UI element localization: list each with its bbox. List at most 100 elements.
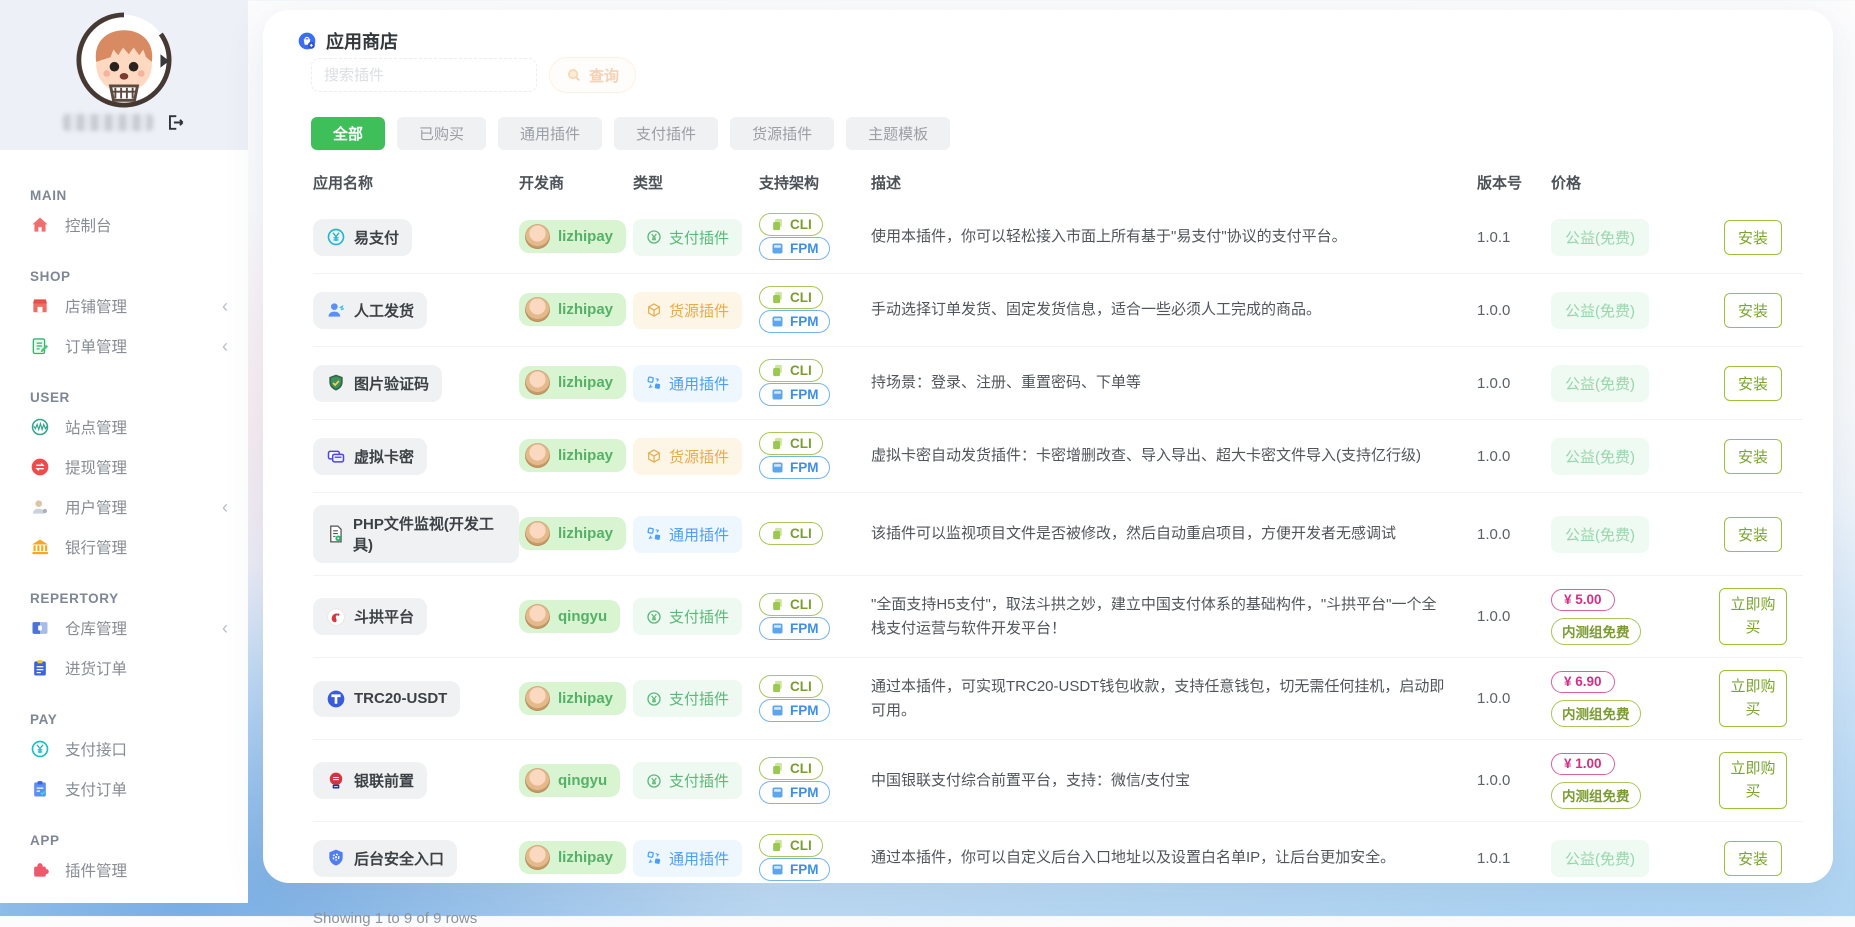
arch-pill-fpm: FPM [759, 237, 830, 260]
pagination-summary: Showing 1 to 9 of 9 rows [313, 910, 478, 927]
sidebar-item-user-manage[interactable]: 用户管理 ‹ [0, 487, 248, 527]
user-avatar[interactable] [76, 12, 172, 108]
sidebar-section-label: MAIN [30, 188, 67, 203]
sidebar-item-shop-manage[interactable]: 店铺管理 ‹ [0, 286, 248, 326]
developer-cell: lizhipay [519, 293, 633, 327]
sidebar-item-pay-order[interactable]: 支付订单 [0, 769, 248, 809]
developer-name: lizhipay [558, 374, 614, 391]
arch-label: FPM [790, 702, 819, 718]
version: 1.0.0 [1477, 690, 1511, 707]
tab-pay[interactable]: 支付插件 [614, 117, 719, 150]
sidebar-item-plugin-manage[interactable]: 插件管理 [0, 850, 248, 890]
sidebar-item-pay-api[interactable]: 支付接口 [0, 729, 248, 769]
type-badge: 支付插件 [633, 598, 743, 635]
app-name-badge: TRC20-USDT [313, 680, 461, 717]
arch-label: FPM [790, 314, 819, 329]
table-row: 虚拟卡密 lizhipay 货源插件 CLI FPM 虚拟卡密自动发货插件：卡密增删改查、… [313, 419, 1803, 492]
description: 使用本插件，你可以轻松接入市面上所有基于"易支付"协议的支付平台。 [871, 228, 1347, 246]
query-button[interactable]: 查询 [549, 57, 637, 93]
developer-cell: lizhipay [519, 841, 633, 875]
developer-name: lizhipay [558, 689, 614, 707]
price-cell: ¥ 5.00 内测组免费 [1551, 588, 1703, 645]
table-row: PHP文件监视(开发工具) lizhipay 通用插件 CLI 该插件可以监视项目文件是… [313, 492, 1803, 575]
developer-badge: lizhipay [519, 841, 627, 874]
tab-theme[interactable]: 主题模板 [846, 117, 951, 150]
install-button[interactable]: 安装 [1723, 365, 1782, 401]
buy-now-button[interactable]: 立即购买 [1719, 670, 1787, 727]
app-name-badge: 图片验证码 [313, 364, 443, 402]
arch-pill-fpm: FPM [759, 780, 830, 804]
sidebar-item-purchase-order[interactable]: 进货订单 [0, 648, 248, 688]
table-row: 图片验证码 lizhipay 通用插件 CLI FPM 持场景：登录、注册、重置密码、下单… [313, 346, 1803, 419]
beta-free-badge: 内测组免费 [1551, 617, 1641, 645]
type-badge: 支付插件 [633, 680, 743, 717]
type-pay [646, 229, 662, 245]
arch-fpm [770, 785, 785, 800]
sidebar-section: USER 站点管理 提现管理 用户管理 ‹ 银行管理 [0, 390, 248, 567]
install-button[interactable]: 安装 [1723, 438, 1782, 474]
price-cell: 公益(免费) [1551, 437, 1703, 475]
sidebar-item-order-manage[interactable]: 订单管理 ‹ [0, 326, 248, 366]
install-button[interactable]: 安装 [1723, 516, 1782, 552]
purchase-order-icon [30, 658, 50, 678]
sidebar-section-label: REPERTORY [30, 591, 119, 606]
sidebar-item-withdraw-manage[interactable]: 提现管理 [0, 447, 248, 487]
arch-label: FPM [790, 862, 819, 877]
price-free-badge: 公益(免费) [1551, 515, 1649, 553]
tab-purchased[interactable]: 已购买 [397, 117, 487, 150]
developer-avatar [525, 767, 550, 793]
arch-fpm [770, 862, 785, 877]
type-cell: 支付插件 [633, 680, 759, 717]
chevron-left-icon: ‹ [222, 296, 228, 316]
price-cell: 公益(免费) [1551, 291, 1703, 329]
arch-pill-fpm: FPM [759, 698, 830, 722]
chevron-left-icon: ‹ [222, 497, 228, 517]
logout-icon[interactable] [166, 113, 185, 132]
chevron-left-icon: ‹ [222, 618, 228, 638]
tab-all[interactable]: 全部 [311, 117, 386, 150]
price-free-badge: 公益(免费) [1551, 839, 1649, 877]
action-cell: 安装 [1703, 516, 1803, 552]
developer-badge: lizhipay [519, 366, 627, 399]
arch-cell: CLI FPM [759, 286, 871, 334]
arch-cli [770, 526, 785, 541]
app-name-badge: 斗拱平台 [313, 598, 428, 635]
arch-pill-cli: CLI [759, 359, 823, 382]
arch-label: CLI [790, 217, 812, 232]
sidebar-item-warehouse-manage[interactable]: 仓库管理 ‹ [0, 608, 248, 648]
app-name-label: 图片验证码 [354, 375, 430, 393]
arch-label: FPM [790, 460, 819, 475]
arch-label: FPM [790, 784, 819, 800]
yen-circle-icon [326, 227, 346, 247]
action-cell: 立即购买 [1703, 752, 1803, 809]
developer-cell: lizhipay [519, 517, 633, 551]
tab-source[interactable]: 货源插件 [730, 117, 835, 150]
arch-cli [770, 679, 785, 694]
install-button[interactable]: 安装 [1723, 840, 1782, 876]
arch-pill-cli: CLI [759, 213, 823, 236]
sidebar-item-console[interactable]: 控制台 [0, 205, 248, 245]
type-badge: 支付插件 [633, 218, 743, 256]
price-free-badge: 公益(免费) [1551, 291, 1649, 329]
price-free-badge: 公益(免费) [1551, 437, 1649, 475]
arch-cli [770, 363, 785, 378]
tab-general[interactable]: 通用插件 [498, 117, 603, 150]
install-button[interactable]: 安装 [1723, 292, 1782, 328]
install-button[interactable]: 安装 [1723, 219, 1782, 255]
buy-now-button[interactable]: 立即购买 [1719, 752, 1787, 809]
table-row: 人工发货 lizhipay 货源插件 CLI FPM 手动选择订单发货、固定发货信息，适合… [313, 273, 1803, 346]
developer-name: lizhipay [558, 228, 614, 245]
plugin-icon [30, 860, 50, 880]
buy-now-button[interactable]: 立即购买 [1719, 588, 1787, 645]
search-input[interactable] [311, 58, 537, 92]
description: "全面支持H5支付"，取法斗拱之妙，建立中国支付体系的基础构件，"斗拱平台"一个… [871, 596, 1437, 637]
app-name-badge: PHP文件监视(开发工具) [313, 505, 519, 563]
app-name-badge: 银联前置 [313, 762, 428, 799]
column-header: 支持架构 [759, 175, 820, 192]
sidebar-item-bank-manage[interactable]: 银行管理 [0, 527, 248, 567]
search-icon [566, 67, 583, 84]
sidebar-item-site-manage[interactable]: 站点管理 [0, 407, 248, 447]
app-name-label: TRC20-USDT [354, 690, 448, 707]
store-icon [30, 296, 50, 316]
developer-avatar [525, 370, 550, 395]
